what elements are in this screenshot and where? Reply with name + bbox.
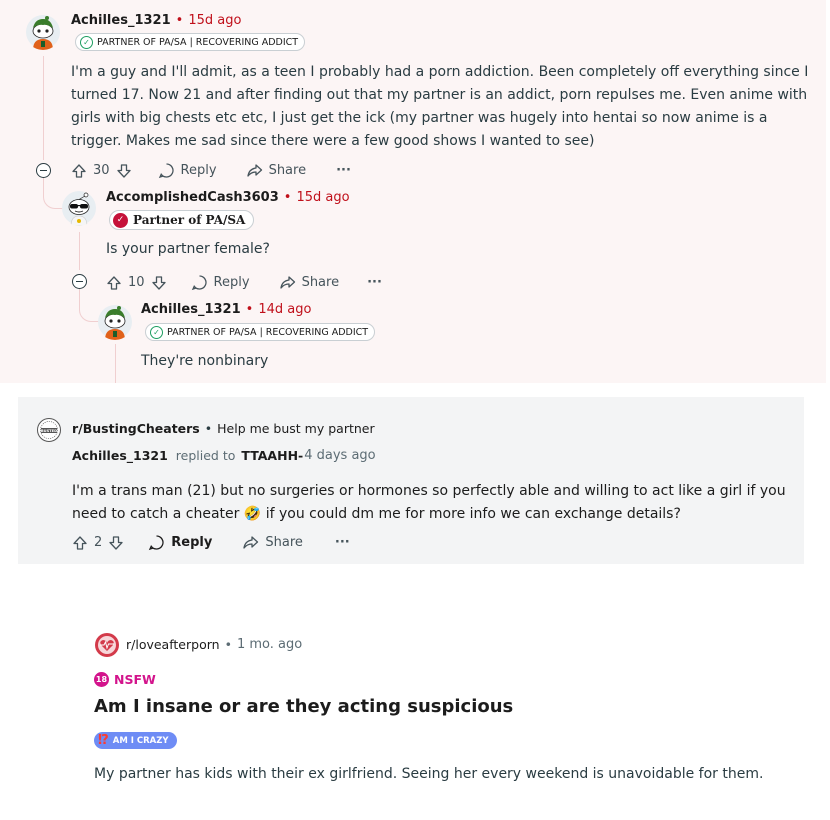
thread-line[interactable] [79,232,80,270]
upvote-icon[interactable] [106,275,122,291]
interrobang-icon: ⁉ [98,733,109,748]
comment-body: I'm a trans man (21) but no surgeries or… [72,480,792,526]
nsfw-18-icon: 18 [94,672,109,687]
reply-label: Reply [180,163,217,178]
thread-line[interactable] [115,344,116,383]
reply-button[interactable]: Reply [158,162,217,179]
comment-actions: 2 Reply Share ··· [72,532,350,553]
share-icon [246,164,262,177]
separator: • [224,637,232,652]
downvote-icon[interactable] [151,275,167,291]
share-button[interactable]: Share [246,162,307,179]
comment-body: I'm a guy and I'll admit, as a teen I pr… [71,64,809,149]
more-options-button[interactable]: ··· [335,535,350,550]
replied-to-user[interactable]: TTAAHH- [241,448,303,463]
vote-count: 10 [128,275,145,290]
more-icon: ··· [367,275,382,290]
share-label: Share [268,163,307,178]
comment-header: Achilles_1321 • 14d ago [141,302,311,317]
nsfw-label: NSFW [114,672,156,687]
upvote-icon[interactable] [71,163,87,179]
more-options-button[interactable]: ··· [367,275,382,290]
replied-to-label: replied to [175,448,236,463]
flair-text: PARTNER OF PA/SA | RECOVERING ADDICT [167,326,369,338]
check-icon: ✓ [150,325,163,339]
share-label: Share [265,535,303,550]
user-flair: ✓ Partner of PA/SA [109,210,255,230]
share-icon [279,276,295,289]
laughing-emoji-icon: 🤣 [243,506,262,522]
downvote-icon[interactable] [108,535,124,551]
check-icon: ✓ [113,212,128,228]
share-icon [243,536,259,549]
reply-button[interactable]: Reply [191,274,250,291]
svg-text:BUSTED: BUSTED [41,429,57,433]
post-body: My partner has kids with their ex girlfr… [94,766,764,782]
user-flair: ✓ PARTNER OF PA/SA | RECOVERING ADDICT [75,33,306,51]
timestamp: 1 mo. ago [236,637,303,652]
separator: • [245,302,254,317]
comment-actions: 30 Reply Share ··· [71,160,351,181]
reply-label: Reply [171,535,213,550]
collapse-button[interactable] [72,274,87,289]
separator: • [204,421,213,436]
share-button[interactable]: Share [279,274,340,291]
more-options-button[interactable]: ··· [336,163,351,178]
more-icon: ··· [334,535,350,550]
vote-group: 10 [106,275,167,291]
comment-body: Is your partner female? [106,241,270,257]
timestamp: 4 days ago [304,448,376,463]
timestamp[interactable]: 15d ago [296,190,349,205]
check-icon: ✓ [80,35,93,49]
comment-header: Achilles_1321 • 15d ago [71,13,241,28]
flair-text: PARTNER OF PA/SA | RECOVERING ADDICT [97,36,299,48]
username[interactable]: Achilles_1321 [71,13,171,28]
separator: • [283,190,292,205]
avatar[interactable] [61,190,97,226]
subreddit-icon[interactable] [94,632,120,658]
subreddit-name[interactable]: r/loveafterporn [126,637,220,652]
post-title[interactable]: Am I insane or are they acting suspiciou… [94,696,513,717]
subreddit-icon[interactable]: BUSTED [36,417,62,443]
timestamp[interactable]: 15d ago [188,13,241,28]
comment-actions: 10 Reply Share ··· [106,272,382,293]
post-flair[interactable]: ⁉ AM I CRAZY [94,732,177,749]
timestamp[interactable]: 14d ago [258,302,311,317]
separator: • [175,13,184,28]
avatar[interactable] [25,14,61,50]
collapse-button[interactable] [36,163,51,178]
body-text: if you could dm me for more info we can … [265,506,681,522]
avatar[interactable] [97,304,133,340]
username[interactable]: Achilles_1321 [72,448,168,463]
more-icon: ··· [336,163,351,178]
subreddit-name[interactable]: r/BustingCheaters [72,421,200,436]
upvote-icon[interactable] [72,535,88,551]
post-header: r/loveafterporn • 1 mo. ago [126,637,302,652]
username[interactable]: AccomplishedCash3603 [106,190,279,205]
flair-text: Partner of PA/SA [133,213,246,227]
reply-button[interactable]: Reply [148,534,212,551]
vote-count: 2 [94,535,103,550]
comment-icon [158,163,174,179]
flair-text: AM I CRAZY [112,735,169,746]
comment-header: AccomplishedCash3603 • 15d ago [106,190,350,205]
vote-group: 30 [71,163,132,179]
comment-icon [149,535,164,551]
comment-body: They're nonbinary [141,353,269,369]
result-header: r/BustingCheaters • Help me bust my part… [72,421,375,436]
reply-meta: Achilles_1321 replied to TTAAHH- 4 days … [72,448,376,463]
reply-label: Reply [213,275,250,290]
downvote-icon[interactable] [116,163,132,179]
share-button[interactable]: Share [242,534,303,551]
comment-icon [191,275,207,291]
post-title-link[interactable]: Help me bust my partner [217,421,375,436]
vote-count: 30 [93,163,110,178]
share-label: Share [301,275,340,290]
user-flair: ✓ PARTNER OF PA/SA | RECOVERING ADDICT [145,323,376,341]
vote-group: 2 [72,535,124,551]
username[interactable]: Achilles_1321 [141,302,241,317]
nsfw-tag: 18 NSFW [94,672,156,687]
thread-line[interactable] [43,56,44,160]
